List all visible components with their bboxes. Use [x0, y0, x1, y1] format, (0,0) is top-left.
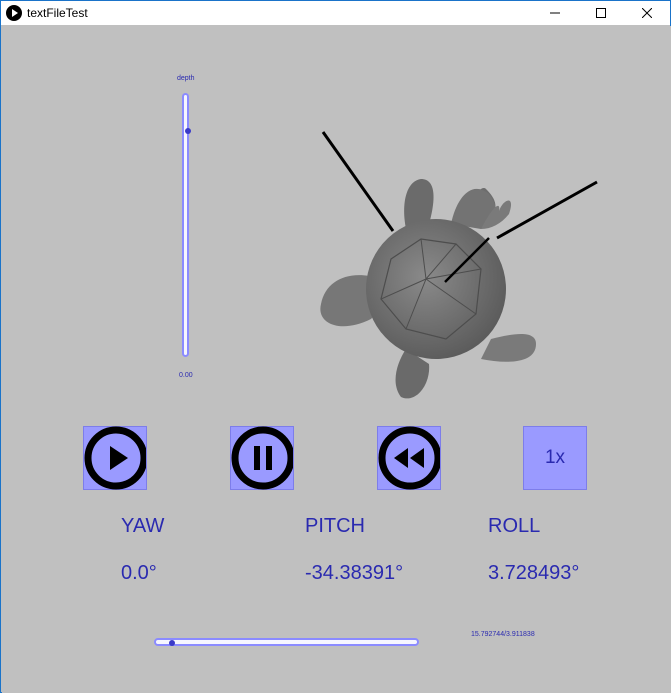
depth-slider-value: 0.00	[179, 372, 193, 379]
close-icon	[642, 8, 652, 18]
play-button[interactable]	[83, 426, 147, 490]
app-window: textFileTest depth 0.00 1x YAW PITCH ROL…	[0, 0, 671, 693]
speed-button[interactable]: 1x	[523, 426, 587, 490]
speed-label: 1x	[544, 447, 566, 468]
app-play-icon	[6, 5, 22, 21]
pause-icon	[231, 426, 293, 490]
turtle-3d-model	[320, 131, 598, 399]
maximize-icon	[596, 8, 606, 18]
pause-button[interactable]	[230, 426, 294, 490]
play-icon	[84, 426, 146, 490]
minimize-button[interactable]	[532, 1, 578, 25]
roll-label: ROLL	[488, 515, 541, 537]
depth-slider-label: depth	[177, 75, 195, 82]
yaw-value: 0.0°	[121, 562, 157, 584]
window-title: textFileTest	[27, 6, 88, 20]
timeline-readout: 15.792744/3.911838	[471, 631, 535, 638]
minimize-icon	[550, 12, 560, 14]
maximize-button[interactable]	[578, 1, 624, 25]
rewind-icon	[378, 426, 440, 490]
title-bar[interactable]: textFileTest	[1, 1, 670, 25]
depth-slider-handle[interactable]	[185, 128, 191, 134]
pitch-value: -34.38391°	[305, 562, 404, 584]
rewind-button[interactable]	[377, 426, 441, 490]
depth-slider[interactable]	[182, 93, 191, 357]
roll-value: 3.728493°	[488, 562, 580, 584]
timeline-slider[interactable]	[154, 638, 419, 646]
yaw-label: YAW	[121, 515, 165, 537]
close-button[interactable]	[624, 1, 670, 25]
timeline-slider-handle[interactable]	[169, 640, 175, 646]
pitch-label: PITCH	[305, 515, 365, 537]
